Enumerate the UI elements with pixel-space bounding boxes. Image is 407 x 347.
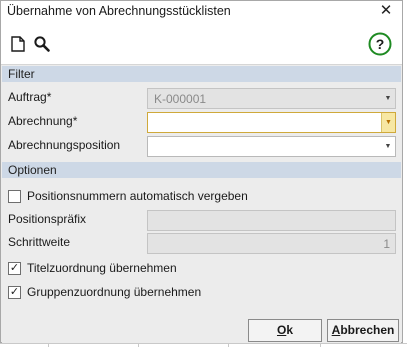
abrechnung-field[interactable]: ▼ xyxy=(147,112,396,133)
cancel-button[interactable]: Abbrechen xyxy=(327,319,399,342)
titelzuordnung-checkbox[interactable]: ✓ xyxy=(8,262,21,275)
positionsnummern-label: Positionsnummern automatisch vergeben xyxy=(27,189,248,203)
dialog-window: Übernahme von Abrechnungsstücklisten ✕ ?… xyxy=(0,0,403,343)
window-title: Übernahme von Abrechnungsstücklisten xyxy=(7,4,231,18)
new-document-icon[interactable] xyxy=(9,35,27,53)
background-window-strip xyxy=(0,343,407,347)
abrechnungsposition-field[interactable]: ▼ xyxy=(147,136,396,157)
toolbar: ? xyxy=(1,23,402,65)
titelzuordnung-label: Titelzuordnung übernehmen xyxy=(27,261,177,275)
section-filter-label: Filter xyxy=(8,67,35,81)
positionspraefix-label: Positionspräfix xyxy=(8,212,87,226)
gruppenzuordnung-label: Gruppenzuordnung übernehmen xyxy=(27,285,202,299)
positionspraefix-field xyxy=(147,210,396,231)
abrechnungsposition-dropdown-icon[interactable]: ▼ xyxy=(381,137,395,156)
help-glyph: ? xyxy=(376,36,385,52)
help-icon[interactable]: ? xyxy=(368,32,392,56)
abrechnung-dropdown-icon[interactable]: ▼ xyxy=(381,113,395,132)
section-filter: Filter xyxy=(2,66,401,82)
section-options: Optionen xyxy=(2,162,401,178)
abrechnungsposition-label: Abrechnungsposition xyxy=(8,138,121,152)
dialog-footer: Ok Abbrechen xyxy=(2,313,401,343)
auftrag-field: K-000001 ▼ xyxy=(147,88,396,109)
title-bar[interactable]: Übernahme von Abrechnungsstücklisten ✕ xyxy=(1,1,402,23)
abrechnung-label: Abrechnung* xyxy=(8,114,78,128)
gruppenzuordnung-checkbox[interactable]: ✓ xyxy=(8,286,21,299)
search-icon[interactable] xyxy=(33,35,51,53)
schrittweite-field: 1 xyxy=(147,233,396,254)
ok-button[interactable]: Ok xyxy=(248,319,322,342)
auftrag-label: Auftrag* xyxy=(8,90,52,104)
schrittweite-value: 1 xyxy=(383,237,390,251)
section-options-label: Optionen xyxy=(8,163,57,177)
auftrag-dropdown-icon: ▼ xyxy=(384,95,392,102)
positionsnummern-checkbox[interactable] xyxy=(8,190,21,203)
auftrag-value: K-000001 xyxy=(154,92,207,106)
schrittweite-label: Schrittweite xyxy=(8,235,71,249)
close-icon[interactable]: ✕ xyxy=(378,3,394,19)
